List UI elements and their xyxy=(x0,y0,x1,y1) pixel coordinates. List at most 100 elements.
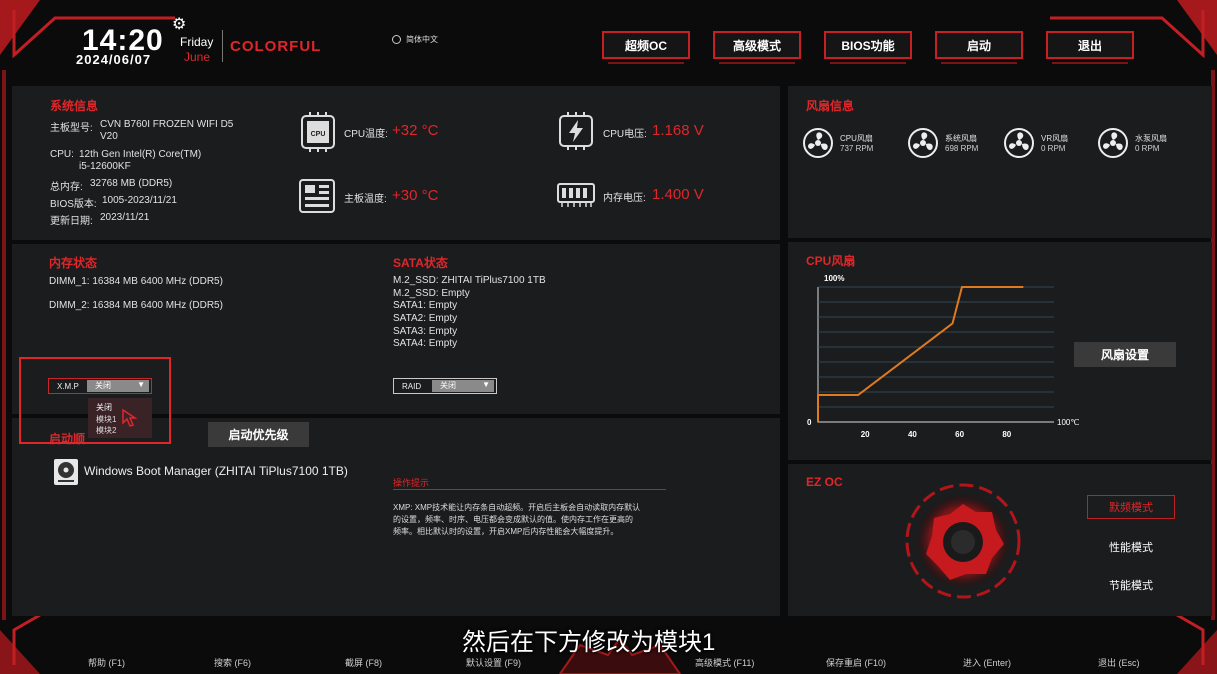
fan-rpm-cpu: 737 RPM xyxy=(840,144,874,153)
tips-line: XMP: XMP技术能让内存条自动超频。开启后主板会自动读取内存默认 xyxy=(393,503,641,512)
raid-select[interactable]: RAID 关闭 ▼ xyxy=(393,378,497,394)
dimm2-info: DIMM_2: 16384 MB 6400 MHz (DDR5) xyxy=(49,300,223,311)
chart-y-label: 100% xyxy=(824,274,844,283)
fan-info-title: 风扇信息 xyxy=(806,99,855,113)
board-value-1: CVN B760I FROZEN WIFI D5 xyxy=(100,119,234,130)
fan-curve-line[interactable] xyxy=(817,286,1024,422)
board-value-2: V20 xyxy=(100,131,118,142)
tips-divider xyxy=(393,489,666,490)
footer-exit[interactable]: 退出 (Esc) xyxy=(1098,656,1140,669)
footer-search[interactable]: 搜索 (F6) xyxy=(214,656,251,669)
sata-line: M.2_SSD: ZHITAI TiPlus7100 1TB xyxy=(393,275,546,286)
nav-button-bios[interactable]: BIOS功能 xyxy=(824,31,912,64)
tips-title: 操作提示 xyxy=(393,478,430,488)
cpu-fan-curve-chart[interactable]: 20 40 60 80 100% 100℃ 0 xyxy=(800,270,1100,445)
cpu-label: CPU: xyxy=(50,149,74,160)
cpu-voltage-value: 1.168 V xyxy=(652,122,704,139)
nav-button-exit[interactable]: 退出 xyxy=(1046,31,1134,64)
oc-mode-eco[interactable]: 节能模式 xyxy=(1109,577,1153,593)
footer-help[interactable]: 帮助 (F1) xyxy=(88,656,125,669)
dropdown-arrow-icon: ▼ xyxy=(482,380,490,389)
memory-status-title: 内存状态 xyxy=(49,256,98,270)
oc-mode-default-label: 默频模式 xyxy=(1109,502,1153,514)
fan-name-system: 系统风扇 xyxy=(945,134,977,143)
footer-advanced-mode[interactable]: 高级模式 (F11) xyxy=(695,656,754,669)
oc-mode-performance[interactable]: 性能模式 xyxy=(1109,539,1153,555)
cpu-temp-label: CPU温度: xyxy=(344,129,388,140)
chart-x-tick: 80 xyxy=(1002,430,1011,439)
nav-button-advanced[interactable]: 高级模式 xyxy=(713,31,801,64)
fan-icon xyxy=(908,128,938,158)
globe-icon xyxy=(392,35,401,44)
mem-voltage-label: 内存电压: xyxy=(603,193,646,204)
gear-icon[interactable]: ⚙ xyxy=(172,14,186,34)
dimm1-info: DIMM_1: 16384 MB 6400 MHz (DDR5) xyxy=(49,276,223,287)
sata-line: SATA4: Empty xyxy=(393,338,458,349)
chart-x-tick: 60 xyxy=(955,430,964,439)
video-subtitle: 然后在下方修改为模块1 xyxy=(462,629,716,656)
board-temp-label: 主板温度: xyxy=(344,194,387,205)
boot-priority-button[interactable]: 启动优先级 xyxy=(208,422,309,447)
tips-line: 频率。相比默认时的设置，开启XMP后内存性能会大幅度提升。 xyxy=(393,527,619,536)
fan-rpm-pump: 0 RPM xyxy=(1135,144,1160,153)
ez-oc-title: EZ OC xyxy=(806,475,843,489)
cpu-voltage-label: CPU电压: xyxy=(603,129,647,140)
nav-button-oc[interactable]: 超频OC xyxy=(602,31,690,64)
sata-line: SATA3: Empty xyxy=(393,326,458,337)
raid-label: RAID xyxy=(402,382,422,391)
disk-icon xyxy=(54,459,78,485)
motherboard-icon xyxy=(299,179,335,213)
chart-y-min-label: 0 xyxy=(807,418,812,427)
cpu-temp-value: +32 °C xyxy=(392,122,439,139)
sata-line: M.2_SSD: Empty xyxy=(393,288,470,299)
board-temp-value: +30 °C xyxy=(392,187,439,204)
clock-day: Friday xyxy=(180,35,214,49)
language-selector[interactable]: 简体中文 xyxy=(392,34,438,45)
brand-divider xyxy=(222,30,223,62)
chart-ticks: 20 40 60 80 xyxy=(861,430,1012,439)
nav-button-boot[interactable]: 启动 xyxy=(935,31,1023,64)
footer-save-restart[interactable]: 保存重启 (F10) xyxy=(826,656,886,669)
bios-value: 1005-2023/11/21 xyxy=(102,195,177,206)
cpu-value-1: 12th Gen Intel(R) Core(TM) xyxy=(79,149,202,160)
voltage-icon xyxy=(559,112,593,150)
fan-settings-button[interactable]: 风扇设置 xyxy=(1074,342,1176,367)
boot-item[interactable]: Windows Boot Manager (ZHITAI TiPlus7100 … xyxy=(84,464,348,478)
sata-line: SATA1: Empty xyxy=(393,300,458,311)
footer-screenshot[interactable]: 截屏 (F8) xyxy=(345,656,382,669)
fan-name-pump: 水泵风扇 xyxy=(1135,134,1167,143)
bios-label: BIOS版本: xyxy=(50,199,97,210)
update-value: 2023/11/21 xyxy=(100,212,150,223)
sata-status-title: SATA状态 xyxy=(393,256,448,270)
brand-logo: COLORFUL xyxy=(230,38,322,55)
memory-value: 32768 MB (DDR5) xyxy=(90,178,173,189)
fan-name-vr: VR风扇 xyxy=(1041,134,1069,143)
language-label: 简体中文 xyxy=(406,35,438,44)
cpu-fan-title: CPU风扇 xyxy=(806,254,856,268)
system-info-title: 系统信息 xyxy=(50,99,99,113)
cpu-value-2: i5-12600KF xyxy=(79,161,131,172)
clock-month: June xyxy=(184,50,211,64)
fan-name-cpu: CPU风扇 xyxy=(840,134,873,143)
update-label: 更新日期: xyxy=(50,216,93,227)
sata-line: SATA2: Empty xyxy=(393,313,458,324)
ez-oc-dial-icon[interactable] xyxy=(904,482,1022,600)
highlight-box xyxy=(19,357,171,444)
chart-x-tick: 40 xyxy=(908,430,917,439)
cpu-chip-icon: CPU xyxy=(301,112,335,152)
chart-grid xyxy=(817,286,1054,423)
oc-mode-default-button[interactable]: 默频模式 xyxy=(1087,495,1175,519)
fan-icon xyxy=(803,128,833,158)
chart-x-tick: 20 xyxy=(861,430,870,439)
footer-enter[interactable]: 进入 (Enter) xyxy=(963,656,1011,669)
fan-icon xyxy=(1098,128,1128,158)
tips-line: 的设置，频率、时序、电压都会变成默认的值。使内存工作在更高的 xyxy=(393,515,633,524)
chart-axes xyxy=(817,287,1054,423)
board-label: 主板型号: xyxy=(50,123,93,134)
fan-rpm-system: 698 RPM xyxy=(945,144,979,153)
chart-x-label: 100℃ xyxy=(1057,418,1079,427)
cpu-icon-text: CPU xyxy=(311,131,326,138)
footer-defaults[interactable]: 默认设置 (F9) xyxy=(466,656,521,669)
clock-date: 2024/06/07 xyxy=(76,52,152,67)
memory-label: 总内存: xyxy=(50,182,83,193)
